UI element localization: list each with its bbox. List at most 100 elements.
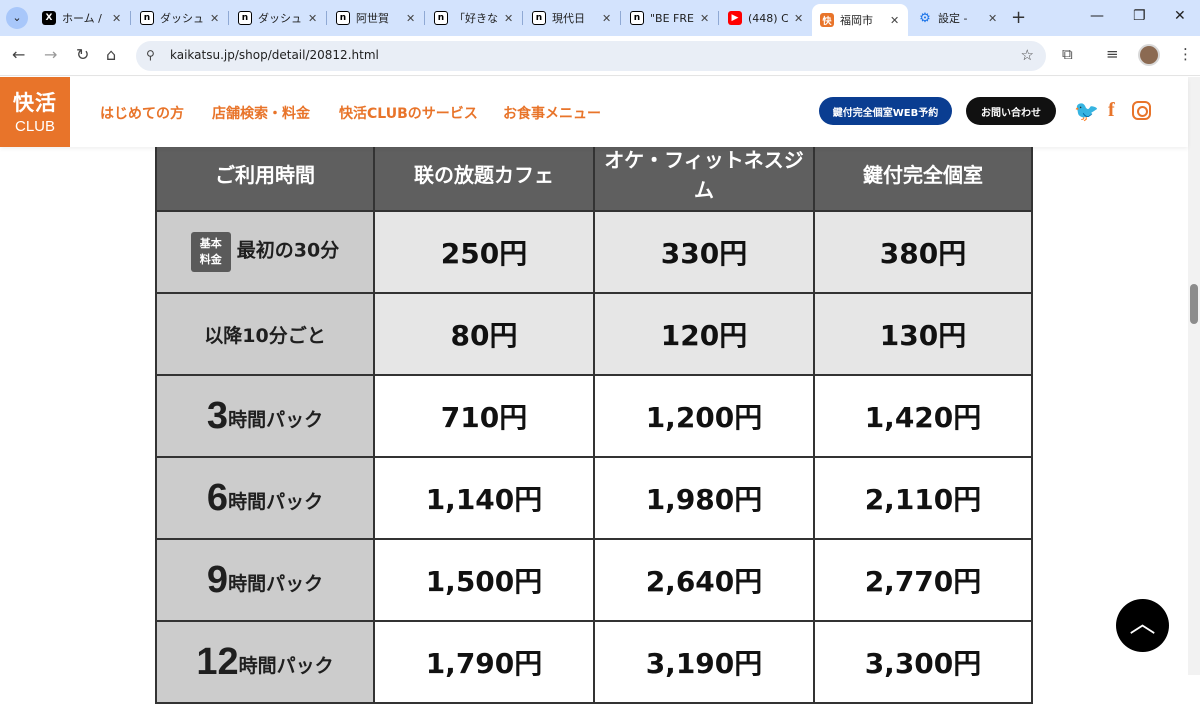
bookmark-star-icon[interactable]: ☆ [1021, 46, 1034, 64]
table-row: 以降10分ごと 80円 120円 130円 [155, 292, 1033, 376]
web-reservation-button[interactable]: 鍵付完全個室WEB予約 [819, 97, 952, 125]
extensions-icon[interactable]: ⧉ [1062, 45, 1073, 63]
close-icon[interactable]: ✕ [406, 12, 416, 25]
close-icon[interactable]: ✕ [988, 12, 998, 25]
home-icon[interactable]: ⌂ [106, 45, 116, 64]
price-cell: 3,190円 [593, 620, 815, 704]
page-scrollbar[interactable] [1188, 77, 1200, 675]
tab-note-6[interactable]: n "BE FRE ✕ [622, 4, 718, 32]
tab-note-5[interactable]: n 現代日 ✕ [524, 4, 620, 32]
twitter-icon[interactable]: 🐦 [1074, 99, 1099, 123]
tab-note-1[interactable]: n ダッシュ ✕ [132, 4, 228, 32]
kaikatsu-icon: 快 [820, 13, 834, 27]
price-cell: 80円 [373, 292, 595, 376]
pack-unit: 時間パック [238, 654, 334, 677]
nav-food-menu[interactable]: お食事メニュー [503, 103, 601, 123]
pack-unit: 時間パック [228, 490, 324, 513]
row-label-text: 最初の30分 [236, 239, 340, 262]
close-icon[interactable]: ✕ [700, 12, 710, 25]
pack-hours: 3 [206, 394, 229, 437]
price-cell: 120円 [593, 292, 815, 376]
tab-title: ホーム / [62, 12, 102, 25]
tab-title: 現代日 [552, 12, 585, 25]
back-icon[interactable]: ← [12, 45, 25, 64]
scrollbar-thumb[interactable] [1190, 284, 1198, 324]
price-cell: 330円 [593, 210, 815, 294]
price-table: ご利用時間 联の放题カフェ オケ・フィットネスジム 鍵付完全個室 基本 料金 最初の… [155, 130, 1033, 704]
tab-search-icon[interactable]: ⌄ [6, 7, 28, 29]
site-header: 快活 CLUB はじめての方 店舗検索・料金 快活CLUBのサービス お食事メニ… [0, 77, 1188, 147]
restore-icon[interactable]: ❐ [1133, 8, 1146, 24]
reading-list-icon[interactable]: ≡ [1106, 45, 1119, 63]
tab-settings[interactable]: ⚙ 設定 - ✕ [910, 4, 1006, 32]
pack-hours: 9 [206, 558, 229, 601]
price-cell: 2,110円 [813, 456, 1033, 540]
close-icon[interactable]: ✕ [890, 14, 900, 27]
kaikatsu-logo[interactable]: 快活 CLUB [0, 77, 70, 147]
reload-icon[interactable]: ↻ [76, 45, 89, 64]
row-label: 12時間パック [155, 620, 375, 704]
tab-x[interactable]: X ホーム / ✕ [34, 4, 130, 32]
table-row: 9時間パック 1,500円 2,640円 2,770円 [155, 538, 1033, 622]
close-icon[interactable]: ✕ [210, 12, 220, 25]
table-row: 6時間パック 1,140円 1,980円 2,110円 [155, 456, 1033, 540]
price-cell: 1,790円 [373, 620, 595, 704]
price-cell: 250円 [373, 210, 595, 294]
minimize-icon[interactable]: — [1090, 8, 1104, 24]
menu-icon[interactable]: ⋮ [1178, 45, 1193, 63]
settings-icon: ⚙ [919, 10, 931, 26]
price-cell: 710円 [373, 374, 595, 458]
price-cell: 380円 [813, 210, 1033, 294]
tab-note-4[interactable]: n 「好きな ✕ [426, 4, 522, 32]
table-row: 12時間パック 1,790円 3,190円 3,300円 [155, 620, 1033, 704]
row-label: 6時間パック [155, 456, 375, 540]
price-cell: 130円 [813, 292, 1033, 376]
pack-unit: 時間パック [228, 572, 324, 595]
url-text[interactable]: kaikatsu.jp/shop/detail/20812.html [170, 48, 379, 62]
note-icon: n [434, 11, 448, 25]
address-bar[interactable]: ⚲ kaikatsu.jp/shop/detail/20812.html ☆ [136, 41, 1046, 71]
profile-avatar[interactable] [1138, 44, 1160, 66]
close-icon[interactable]: ✕ [112, 12, 122, 25]
facebook-icon[interactable]: f [1108, 99, 1115, 122]
note-icon: n [238, 11, 252, 25]
nav-beginners[interactable]: はじめての方 [100, 103, 184, 123]
price-cell: 1,980円 [593, 456, 815, 540]
instagram-icon[interactable] [1132, 101, 1151, 120]
close-icon[interactable]: ✕ [308, 12, 318, 25]
tab-title: (448) C [748, 11, 788, 25]
price-cell: 1,420円 [813, 374, 1033, 458]
price-cell: 1,140円 [373, 456, 595, 540]
price-cell: 1,200円 [593, 374, 815, 458]
row-label: 9時間パック [155, 538, 375, 622]
price-cell: 1,500円 [373, 538, 595, 622]
pack-hours: 6 [206, 476, 229, 519]
close-icon[interactable]: ✕ [602, 12, 612, 25]
table-row: 3時間パック 710円 1,200円 1,420円 [155, 374, 1033, 458]
close-icon[interactable]: ✕ [794, 12, 804, 25]
pack-unit: 時間パック [228, 408, 324, 431]
new-tab-icon[interactable]: + [1011, 7, 1026, 28]
logo-text-bottom: CLUB [14, 118, 55, 135]
tab-youtube[interactable]: ▶ (448) C ✕ [720, 4, 812, 32]
youtube-icon: ▶ [728, 11, 742, 25]
nav-services[interactable]: 快活CLUBのサービス [339, 103, 478, 123]
x-icon: X [42, 11, 56, 25]
tab-note-3[interactable]: n 阿世賀 ✕ [328, 4, 424, 32]
tab-note-2[interactable]: n ダッシュ ✕ [230, 4, 326, 32]
window-close-icon[interactable]: ✕ [1174, 8, 1186, 24]
note-icon: n [630, 11, 644, 25]
nav-store-search[interactable]: 店舗検索・料金 [212, 103, 310, 123]
forward-icon[interactable]: → [44, 45, 57, 64]
close-icon[interactable]: ✕ [504, 12, 514, 25]
price-cell: 2,640円 [593, 538, 815, 622]
site-info-icon[interactable]: ⚲ [146, 48, 155, 62]
row-label-text: 以降10分ごと [204, 324, 326, 347]
row-label: 3時間パック [155, 374, 375, 458]
note-icon: n [336, 11, 350, 25]
back-to-top-button[interactable]: ︿ [1116, 599, 1169, 652]
contact-button[interactable]: お問い合わせ [966, 97, 1056, 125]
tab-kaikatsu-active[interactable]: 快 福岡市 ✕ [812, 4, 908, 36]
row-label: 以降10分ごと [155, 292, 375, 376]
price-cell: 3,300円 [813, 620, 1033, 704]
